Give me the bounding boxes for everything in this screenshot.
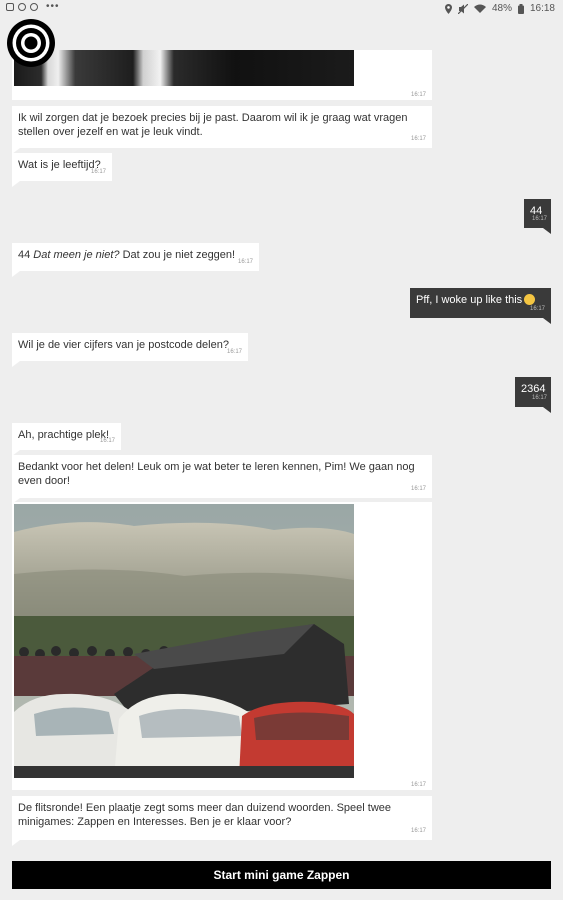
message-time: 16:17: [237, 259, 253, 265]
chat-thread[interactable]: 16:17 Ik wil zorgen dat je bezoek precie…: [0, 0, 563, 850]
top-image: [14, 50, 354, 86]
message-photo[interactable]: 16:17: [12, 502, 432, 790]
message-text: Pff, I woke up like this: [416, 294, 523, 306]
message-text: Wat is je leeftijd?: [18, 159, 101, 171]
message-woke-up: Pff, I woke up like this 16:17: [410, 288, 551, 324]
message-text-italic: Dat meen je niet?: [33, 249, 120, 261]
message-postcode-answer: 2364 16:17: [515, 377, 551, 413]
message-age-reaction: 44 Dat meen je niet? Dat zou je niet zeg…: [12, 243, 259, 277]
app-logo[interactable]: [6, 18, 56, 68]
message-time: 16:17: [99, 438, 115, 444]
message-time: 16:17: [410, 486, 426, 492]
message-time: 16:17: [90, 169, 106, 175]
message-time: 16:17: [531, 216, 547, 222]
message-text: Ik wil zorgen dat je bezoek precies bij …: [18, 112, 408, 138]
message-time: 16:17: [410, 92, 426, 98]
message-age-question: Wat is je leeftijd? 16:17: [12, 153, 112, 187]
message-text: De flitsronde! Een plaatje zegt soms mee…: [18, 802, 391, 828]
message-time: 16:17: [410, 136, 426, 142]
message-text: Bedankt voor het delen! Leuk om je wat b…: [18, 461, 415, 487]
message-age-answer: 44 16:17: [524, 199, 551, 234]
message-flitsronde: De flitsronde! Een plaatje zegt soms mee…: [12, 796, 432, 846]
message-thanks: Bedankt voor het delen! Leuk om je wat b…: [12, 455, 432, 504]
message-postcode-question: Wil je de vier cijfers van je postcode d…: [12, 333, 248, 367]
message-time: 16:17: [531, 395, 547, 401]
photo-cars-quarry: [14, 504, 354, 778]
message-text-rest: Dat zou je niet zeggen!: [119, 249, 236, 261]
message-time: 16:17: [226, 349, 242, 355]
message-text: Wil je de vier cijfers van je postcode d…: [18, 339, 229, 351]
message-time: 16:17: [529, 306, 545, 312]
top-image-card: 16:17: [12, 50, 432, 100]
message-time: 16:17: [410, 782, 426, 788]
message-text-prefix: 44: [18, 249, 34, 261]
message-place-reaction: Ah, prachtige plek! 16:17: [12, 423, 121, 456]
message-text: Ah, prachtige plek!: [18, 429, 110, 441]
message-time: 16:17: [410, 828, 426, 834]
bottom-action-bar: Start mini game Zappen: [0, 850, 563, 900]
start-mini-game-button[interactable]: Start mini game Zappen: [12, 861, 551, 889]
message-intro: Ik wil zorgen dat je bezoek precies bij …: [12, 106, 432, 154]
